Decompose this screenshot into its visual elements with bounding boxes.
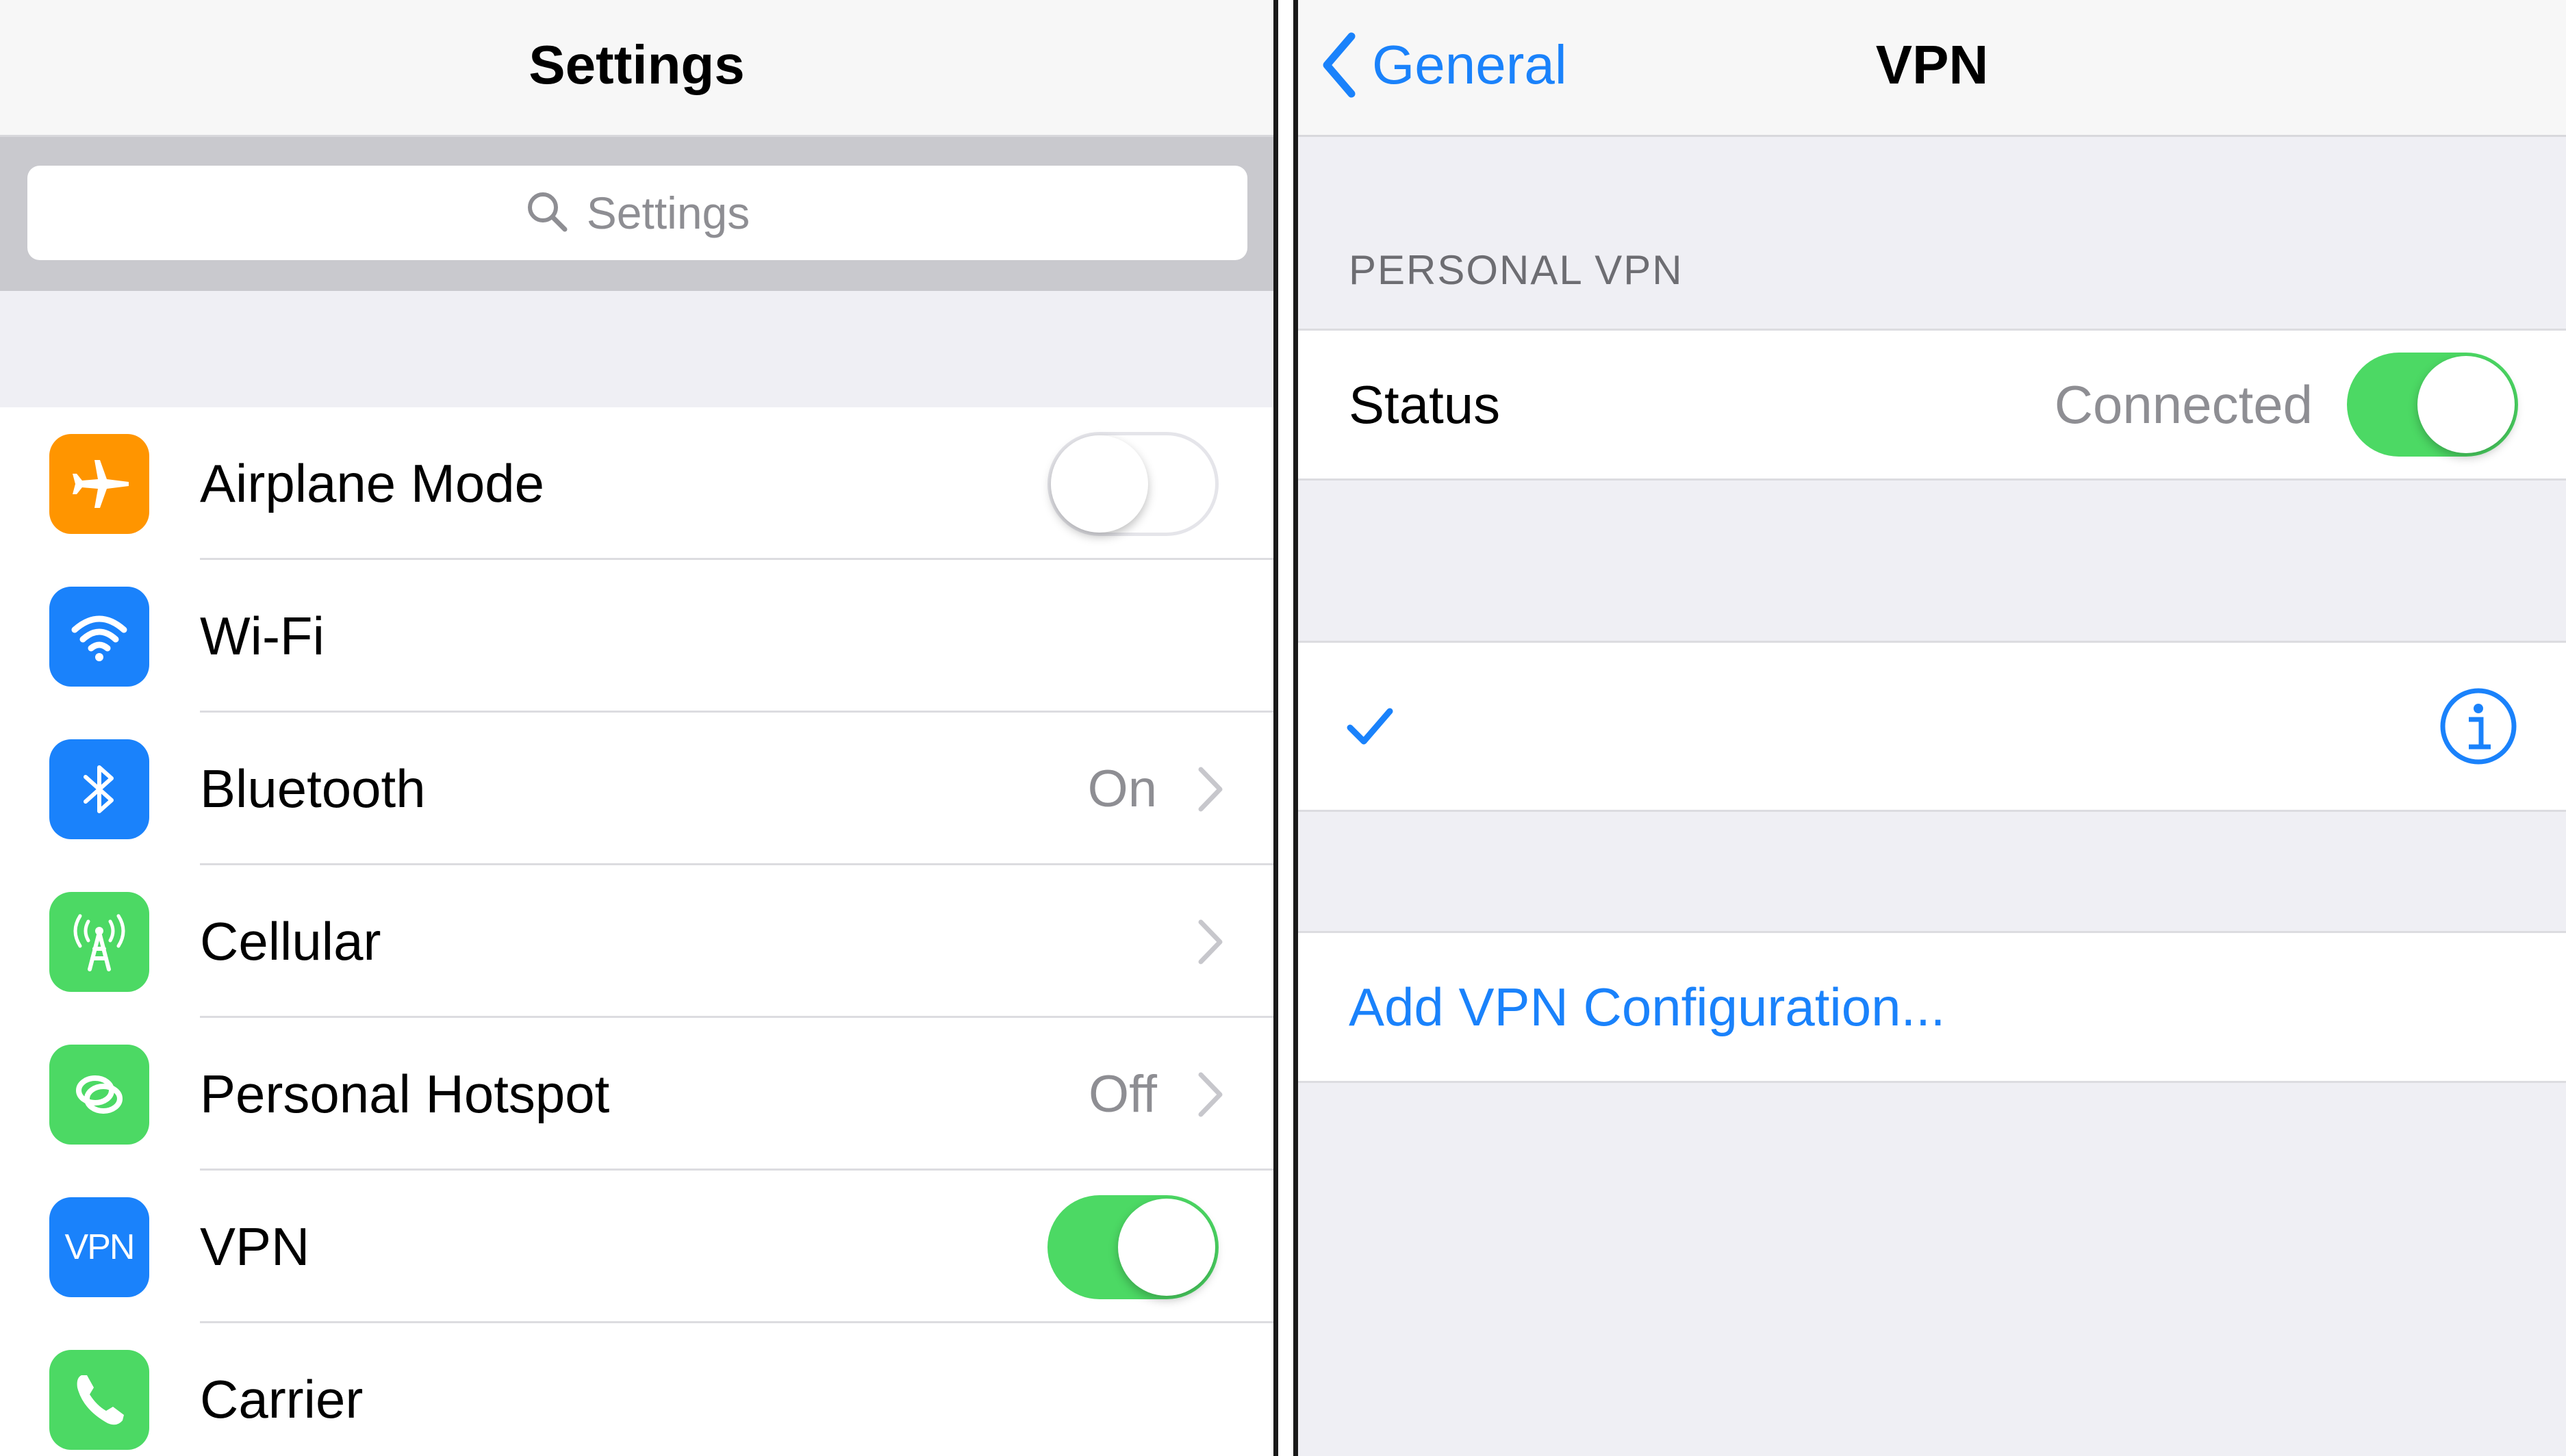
chevron-right-icon bbox=[1198, 919, 1223, 964]
settings-pane: Settings Settings Airplane Mode Wi-Fi Bl… bbox=[0, 0, 1273, 1456]
settings-list: Airplane Mode Wi-Fi Bluetooth On Cellula… bbox=[0, 407, 1273, 1456]
personal-hotspot-label: Personal Hotspot bbox=[200, 1064, 610, 1124]
vpn-icon: VPN bbox=[49, 1197, 149, 1297]
vpn-toggle[interactable] bbox=[1047, 1195, 1219, 1299]
settings-navbar: Settings bbox=[0, 0, 1273, 137]
checkmark-icon bbox=[1347, 708, 1393, 745]
chevron-right-icon bbox=[1198, 1072, 1223, 1116]
settings-row-cellular[interactable]: Cellular bbox=[0, 865, 1273, 1018]
cellular-antenna-icon bbox=[49, 891, 149, 992]
chevron-right-icon bbox=[1198, 767, 1223, 811]
settings-row-wifi[interactable]: Wi-Fi bbox=[0, 560, 1273, 713]
vpn-label: VPN bbox=[200, 1216, 310, 1277]
vpn-status-toggle[interactable] bbox=[2347, 353, 2518, 457]
section-header: PERSONAL VPN bbox=[1349, 247, 1684, 293]
page-title: Settings bbox=[529, 34, 745, 95]
chevron-left-icon bbox=[1323, 32, 1356, 98]
search-icon bbox=[525, 190, 569, 237]
airplane-icon bbox=[49, 433, 149, 534]
bluetooth-value: On bbox=[1087, 760, 1157, 818]
search-input[interactable]: Settings bbox=[27, 166, 1247, 260]
settings-row-personal-hotspot[interactable]: Personal Hotspot Off bbox=[0, 1018, 1273, 1171]
settings-row-carrier[interactable]: Carrier bbox=[0, 1323, 1273, 1456]
settings-row-bluetooth[interactable]: Bluetooth On bbox=[0, 713, 1273, 865]
pane-divider bbox=[1273, 0, 1298, 1456]
settings-row-vpn: VPN VPN bbox=[0, 1171, 1273, 1323]
search-placeholder: Settings bbox=[586, 188, 750, 238]
search-area: Settings bbox=[0, 137, 1273, 291]
wifi-label: Wi-Fi bbox=[200, 606, 325, 666]
phone-icon bbox=[49, 1349, 149, 1450]
hotspot-icon bbox=[49, 1044, 149, 1145]
info-icon[interactable] bbox=[2439, 687, 2518, 766]
carrier-label: Carrier bbox=[200, 1369, 364, 1429]
back-label: General bbox=[1372, 34, 1567, 95]
status-label: Status bbox=[1349, 374, 1501, 435]
cellular-label: Cellular bbox=[200, 911, 381, 971]
airplane-mode-label: Airplane Mode bbox=[200, 453, 544, 513]
add-vpn-configuration-row[interactable]: Add VPN Configuration... bbox=[1298, 931, 2566, 1083]
wifi-icon bbox=[49, 586, 149, 687]
bluetooth-icon bbox=[49, 739, 149, 839]
status-value: Connected bbox=[2054, 374, 2313, 435]
back-button[interactable]: General bbox=[1319, 0, 1567, 130]
personal-hotspot-value: Off bbox=[1089, 1065, 1157, 1123]
vpn-navbar: VPN General bbox=[1298, 0, 2566, 137]
settings-row-airplane-mode: Airplane Mode bbox=[0, 407, 1273, 560]
vpn-configuration-row[interactable] bbox=[1298, 641, 2566, 812]
bluetooth-label: Bluetooth bbox=[200, 758, 426, 819]
add-vpn-configuration-link[interactable]: Add VPN Configuration... bbox=[1349, 933, 1945, 1081]
vpn-status-row: Status Connected bbox=[1298, 329, 2566, 481]
vpn-pane: VPN General PERSONAL VPN Status Connecte… bbox=[1298, 0, 2566, 1456]
airplane-mode-toggle[interactable] bbox=[1047, 431, 1219, 536]
